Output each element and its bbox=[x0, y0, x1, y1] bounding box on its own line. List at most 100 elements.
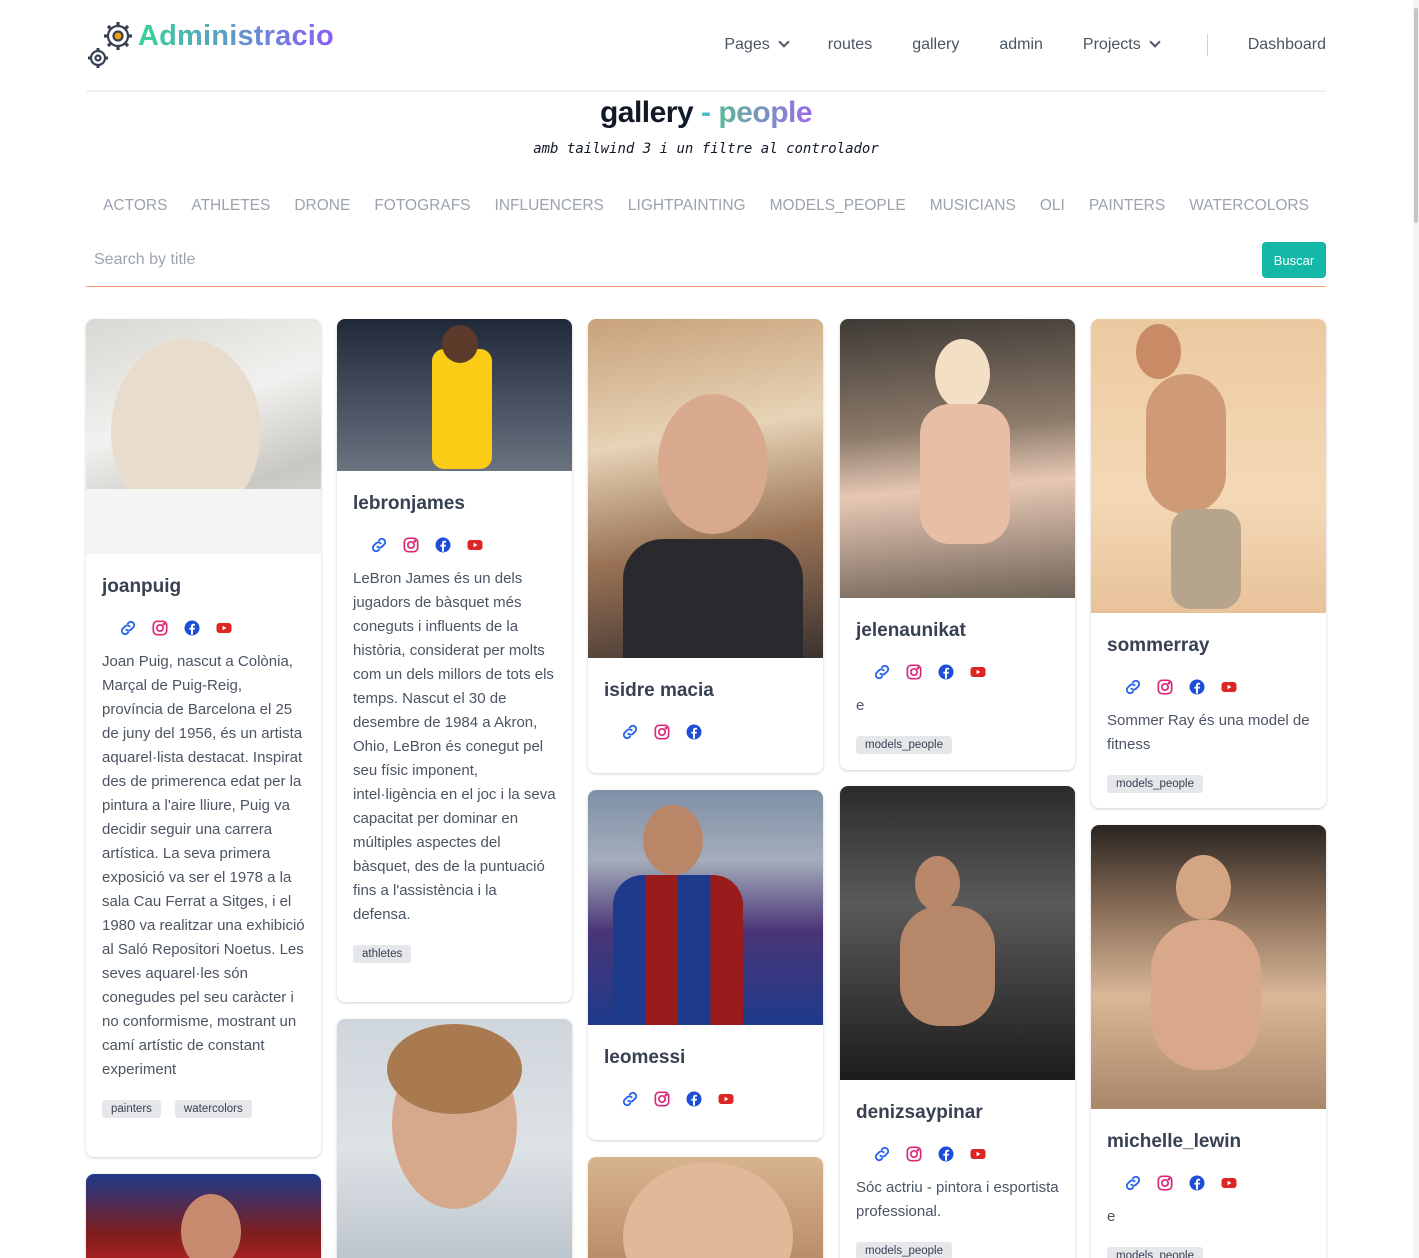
page-title-sub: people bbox=[718, 96, 813, 129]
nav-admin-label[interactable]: admin bbox=[999, 36, 1043, 54]
facebook-icon[interactable] bbox=[684, 722, 704, 742]
tag-painters[interactable]: painters bbox=[102, 1100, 161, 1118]
instagram-icon[interactable] bbox=[401, 535, 421, 555]
link-icon[interactable] bbox=[369, 535, 389, 555]
youtube-icon[interactable] bbox=[1219, 1173, 1239, 1193]
link-icon[interactable] bbox=[620, 1089, 640, 1109]
link-icon[interactable] bbox=[118, 618, 138, 638]
tag-athletes[interactable]: athletes bbox=[353, 945, 412, 963]
category-oli[interactable]: OLI bbox=[1040, 197, 1065, 215]
link-icon[interactable] bbox=[620, 722, 640, 742]
nav-pages-label[interactable]: Pages bbox=[724, 36, 769, 54]
nav-routes-label[interactable]: routes bbox=[828, 36, 872, 54]
card-michellelewin[interactable]: michelle_lewin e models_people bbox=[1091, 825, 1326, 1258]
instagram-icon[interactable] bbox=[1155, 1173, 1175, 1193]
category-actors[interactable]: ACTORS bbox=[103, 197, 167, 215]
nav-gallery-label[interactable]: gallery bbox=[912, 36, 959, 54]
card-isidremacia[interactable]: isidre macia bbox=[588, 319, 823, 773]
card-image[interactable] bbox=[588, 319, 823, 658]
card-image[interactable] bbox=[337, 1019, 572, 1258]
logo[interactable]: Administracio bbox=[86, 18, 334, 70]
card-image[interactable] bbox=[86, 319, 321, 554]
facebook-icon[interactable] bbox=[684, 1089, 704, 1109]
social-icons bbox=[620, 722, 823, 742]
instagram-icon[interactable] bbox=[904, 1144, 924, 1164]
facebook-icon[interactable] bbox=[936, 662, 956, 682]
card-photo[interactable] bbox=[86, 1174, 321, 1258]
link-icon[interactable] bbox=[872, 662, 892, 682]
category-filter: ACTORS ATHLETES DRONE FOTOGRAFS INFLUENC… bbox=[0, 197, 1412, 215]
card-image[interactable] bbox=[1091, 319, 1326, 613]
link-icon[interactable] bbox=[1123, 677, 1143, 697]
card-image[interactable] bbox=[588, 790, 823, 1025]
tag-models-people[interactable]: models_people bbox=[856, 1242, 953, 1258]
tag-models-people[interactable]: models_people bbox=[1107, 1247, 1204, 1258]
card-photo[interactable] bbox=[588, 1157, 823, 1258]
instagram-icon[interactable] bbox=[904, 662, 924, 682]
nav-routes[interactable]: routes bbox=[828, 36, 872, 54]
card-image[interactable] bbox=[337, 319, 572, 471]
chevron-down-icon[interactable] bbox=[778, 36, 790, 48]
category-musicians[interactable]: MUSICIANS bbox=[930, 197, 1016, 215]
page-subtitle: amb tailwind 3 i un filtre al controlado… bbox=[533, 141, 879, 157]
youtube-icon[interactable] bbox=[1219, 677, 1239, 697]
youtube-icon[interactable] bbox=[214, 618, 234, 638]
card-jelenaunikat[interactable]: jelenaunikat e models_people bbox=[840, 319, 1075, 770]
card-lebronjames[interactable]: lebronjames LeBron James és un dels juga… bbox=[337, 319, 572, 1002]
card-image[interactable] bbox=[86, 1174, 321, 1258]
category-lightpainting[interactable]: LIGHTPAINTING bbox=[628, 197, 746, 215]
youtube-icon[interactable] bbox=[465, 535, 485, 555]
category-influencers[interactable]: INFLUENCERS bbox=[495, 197, 604, 215]
youtube-icon[interactable] bbox=[968, 1144, 988, 1164]
page-scrollbar[interactable] bbox=[1413, 0, 1419, 1258]
category-models-people[interactable]: MODELS_PEOPLE bbox=[770, 197, 906, 215]
instagram-icon[interactable] bbox=[1155, 677, 1175, 697]
youtube-icon[interactable] bbox=[968, 662, 988, 682]
category-watercolors[interactable]: WATERCOLORS bbox=[1189, 197, 1309, 215]
category-athletes[interactable]: ATHLETES bbox=[191, 197, 270, 215]
card-tags: models_people bbox=[1107, 1247, 1326, 1258]
card-joanpuig[interactable]: joanpuig Joan Puig, nascut a Colònia, Ma… bbox=[86, 319, 321, 1157]
facebook-icon[interactable] bbox=[1187, 677, 1207, 697]
facebook-icon[interactable] bbox=[1187, 1173, 1207, 1193]
tag-models-people[interactable]: models_people bbox=[856, 736, 953, 754]
card-denizsaypinar[interactable]: denizsaypinar Sóc actriu - pintora i esp… bbox=[840, 786, 1075, 1258]
body-shape bbox=[1146, 374, 1226, 514]
nav-gallery[interactable]: gallery bbox=[912, 36, 959, 54]
link-icon[interactable] bbox=[1123, 1173, 1143, 1193]
logo-text[interactable]: Administracio bbox=[138, 20, 334, 53]
tag-models-people[interactable]: models_people bbox=[1107, 775, 1204, 793]
category-painters[interactable]: PAINTERS bbox=[1089, 197, 1165, 215]
card-image[interactable] bbox=[840, 319, 1075, 598]
nav-dashboard[interactable]: Dashboard bbox=[1248, 36, 1326, 54]
nav-projects[interactable]: Projects bbox=[1083, 36, 1161, 54]
facebook-icon[interactable] bbox=[433, 535, 453, 555]
instagram-icon[interactable] bbox=[150, 618, 170, 638]
youtube-icon[interactable] bbox=[716, 1089, 736, 1109]
tag-watercolors[interactable]: watercolors bbox=[174, 1100, 252, 1118]
nav-projects-label[interactable]: Projects bbox=[1083, 36, 1141, 54]
nav-dashboard-label[interactable]: Dashboard bbox=[1248, 36, 1326, 54]
facebook-icon[interactable] bbox=[182, 618, 202, 638]
card-sommerray[interactable]: sommerray Sommer Ray és una model de fit… bbox=[1091, 319, 1326, 808]
category-drone[interactable]: DRONE bbox=[294, 197, 350, 215]
nav-pages[interactable]: Pages bbox=[724, 36, 790, 54]
card-tags: painters watercolors bbox=[102, 1100, 321, 1118]
card-image[interactable] bbox=[840, 786, 1075, 1080]
instagram-icon[interactable] bbox=[652, 722, 672, 742]
nav-admin[interactable]: admin bbox=[999, 36, 1043, 54]
shirt-shape bbox=[86, 489, 321, 554]
card-image[interactable] bbox=[588, 1157, 823, 1258]
category-fotografs[interactable]: FOTOGRAFS bbox=[374, 197, 470, 215]
instagram-icon[interactable] bbox=[652, 1089, 672, 1109]
scrollbar-thumb[interactable] bbox=[1414, 8, 1418, 223]
card-leomessi[interactable]: leomessi bbox=[588, 790, 823, 1140]
search-input[interactable] bbox=[86, 242, 1246, 278]
facebook-icon[interactable] bbox=[936, 1144, 956, 1164]
link-icon[interactable] bbox=[872, 1144, 892, 1164]
card-image[interactable] bbox=[1091, 825, 1326, 1109]
search-button[interactable]: Buscar bbox=[1262, 242, 1326, 278]
card-photo[interactable] bbox=[337, 1019, 572, 1258]
card-title: sommerray bbox=[1107, 635, 1210, 656]
chevron-down-icon[interactable] bbox=[1149, 36, 1161, 48]
